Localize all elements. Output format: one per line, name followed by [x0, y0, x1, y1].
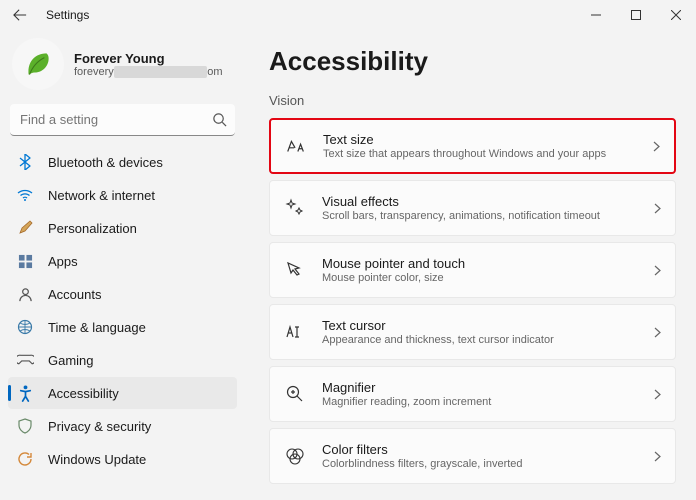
shield-icon: [16, 417, 34, 435]
nav-label: Network & internet: [48, 188, 155, 203]
chevron-right-icon: [654, 451, 661, 462]
card-desc: Scroll bars, transparency, animations, n…: [322, 210, 654, 222]
sidebar-item-accessibility[interactable]: Accessibility: [8, 377, 237, 409]
nav-list: Bluetooth & devices Network & internet P…: [8, 146, 237, 475]
profile-email: foreveryxxxxxxxxxxxxxxxxxom: [74, 66, 223, 78]
chevron-right-icon: [654, 203, 661, 214]
sidebar-item-accounts[interactable]: Accounts: [8, 278, 237, 310]
sidebar-item-update[interactable]: Windows Update: [8, 443, 237, 475]
person-icon: [16, 285, 34, 303]
close-icon: [671, 10, 681, 20]
sidebar-item-bluetooth[interactable]: Bluetooth & devices: [8, 146, 237, 178]
card-text-size[interactable]: Text sizeText size that appears througho…: [269, 118, 676, 174]
back-button[interactable]: [8, 3, 32, 27]
update-icon: [16, 450, 34, 468]
gamepad-icon: [16, 351, 34, 369]
magnifier-icon: [284, 383, 306, 405]
minimize-button[interactable]: [576, 0, 616, 30]
nav-label: Privacy & security: [48, 419, 151, 434]
color-filters-icon: [284, 445, 306, 467]
window-title: Settings: [46, 8, 89, 22]
main-content: Accessibility Vision Text sizeText size …: [245, 30, 696, 500]
search-icon: [212, 112, 227, 127]
wifi-icon: [16, 186, 34, 204]
sidebar-item-gaming[interactable]: Gaming: [8, 344, 237, 376]
settings-cards: Text sizeText size that appears througho…: [269, 118, 676, 484]
bluetooth-icon: [16, 153, 34, 171]
chevron-right-icon: [654, 327, 661, 338]
sparkle-icon: [284, 197, 306, 219]
sidebar-item-network[interactable]: Network & internet: [8, 179, 237, 211]
accessibility-icon: [16, 384, 34, 402]
avatar: [12, 38, 64, 90]
card-text-cursor[interactable]: Text cursorAppearance and thickness, tex…: [269, 304, 676, 360]
nav-label: Time & language: [48, 320, 146, 335]
nav-label: Gaming: [48, 353, 94, 368]
text-cursor-icon: [284, 321, 306, 343]
card-desc: Appearance and thickness, text cursor in…: [322, 334, 654, 346]
sidebar-item-personalization[interactable]: Personalization: [8, 212, 237, 244]
nav-label: Accounts: [48, 287, 101, 302]
card-title: Visual effects: [322, 194, 654, 209]
card-title: Color filters: [322, 442, 654, 457]
search-input[interactable]: [10, 104, 235, 136]
profile-block[interactable]: Forever Young foreveryxxxxxxxxxxxxxxxxxo…: [8, 30, 237, 104]
nav-label: Windows Update: [48, 452, 146, 467]
card-title: Text cursor: [322, 318, 654, 333]
card-title: Mouse pointer and touch: [322, 256, 654, 271]
card-title: Text size: [323, 132, 653, 147]
card-color-filters[interactable]: Color filtersColorblindness filters, gra…: [269, 428, 676, 484]
section-label: Vision: [269, 93, 676, 108]
page-heading: Accessibility: [269, 46, 676, 77]
nav-label: Apps: [48, 254, 78, 269]
apps-icon: [16, 252, 34, 270]
maximize-icon: [631, 10, 641, 20]
card-magnifier[interactable]: MagnifierMagnifier reading, zoom increme…: [269, 366, 676, 422]
chevron-right-icon: [654, 265, 661, 276]
text-size-icon: [285, 135, 307, 157]
sidebar-item-apps[interactable]: Apps: [8, 245, 237, 277]
nav-label: Personalization: [48, 221, 137, 236]
maximize-button[interactable]: [616, 0, 656, 30]
sidebar-item-privacy[interactable]: Privacy & security: [8, 410, 237, 442]
brush-icon: [16, 219, 34, 237]
card-title: Magnifier: [322, 380, 654, 395]
nav-label: Accessibility: [48, 386, 119, 401]
chevron-right-icon: [653, 141, 660, 152]
chevron-right-icon: [654, 389, 661, 400]
sidebar-item-time[interactable]: Time & language: [8, 311, 237, 343]
arrow-left-icon: [13, 8, 27, 22]
leaf-icon: [21, 47, 55, 81]
card-desc: Colorblindness filters, grayscale, inver…: [322, 458, 654, 470]
titlebar: Settings: [0, 0, 696, 30]
profile-name: Forever Young: [74, 51, 223, 66]
minimize-icon: [591, 10, 601, 20]
card-desc: Mouse pointer color, size: [322, 272, 654, 284]
card-desc: Magnifier reading, zoom increment: [322, 396, 654, 408]
globe-clock-icon: [16, 318, 34, 336]
card-mouse-pointer[interactable]: Mouse pointer and touchMouse pointer col…: [269, 242, 676, 298]
sidebar: Forever Young foreveryxxxxxxxxxxxxxxxxxo…: [0, 30, 245, 500]
search-box[interactable]: [10, 104, 235, 136]
card-desc: Text size that appears throughout Window…: [323, 148, 653, 160]
nav-label: Bluetooth & devices: [48, 155, 163, 170]
close-button[interactable]: [656, 0, 696, 30]
cursor-icon: [284, 259, 306, 281]
card-visual-effects[interactable]: Visual effectsScroll bars, transparency,…: [269, 180, 676, 236]
